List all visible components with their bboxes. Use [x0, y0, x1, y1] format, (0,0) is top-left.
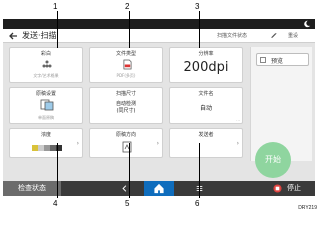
density-label: 浓度 — [40, 132, 51, 138]
preview-label: 预览 — [271, 58, 284, 65]
pdf-file-icon — [123, 59, 132, 70]
figure-code: DRY219 — [298, 205, 317, 211]
check-status-button[interactable]: 检查状态 — [3, 181, 61, 196]
sender-label: 发送者 — [198, 132, 214, 138]
scan-status-link[interactable]: 扫描文件状态 — [217, 32, 247, 39]
stop-label: 停止 — [287, 184, 301, 192]
orientation-icon — [122, 141, 132, 153]
original-orientation-label: 原稿方向 — [115, 132, 136, 138]
file-name-tile[interactable]: 文件名 自动 ... — [169, 87, 243, 124]
edit-icon[interactable] — [270, 32, 277, 39]
original-setting-sub: 单面原稿 — [38, 115, 54, 120]
more-dots: ... — [236, 117, 240, 122]
resolution-label: 分辨率 — [198, 51, 214, 57]
bottom-bar: 检查状态 停止 — [3, 181, 315, 196]
file-type-tile[interactable]: 文件类型 PDF(多页) — [89, 47, 163, 83]
header: 发送·扫描 扫描文件状态 重设 — [3, 29, 315, 43]
reset-link[interactable]: 重设 — [288, 32, 298, 39]
preview-checkbox[interactable]: 预览 — [256, 53, 309, 66]
callout-3: 3 — [195, 2, 200, 11]
resolution-tile[interactable]: 分辨率 200dpi — [169, 47, 243, 83]
callout-2: 2 — [125, 2, 130, 11]
color-dots-icon — [42, 60, 52, 68]
callout-6: 6 — [195, 199, 200, 208]
sender-tile[interactable]: 发送者 › — [169, 128, 243, 158]
checkbox-icon — [260, 57, 266, 63]
moon-icon — [304, 20, 311, 28]
left-arrow-icon[interactable] — [121, 185, 128, 192]
stop-button[interactable]: 停止 — [267, 181, 315, 196]
density-tile[interactable]: 浓度 › — [9, 128, 83, 158]
file-name-label: 文件名 — [198, 91, 214, 97]
status-bar — [3, 19, 315, 29]
original-orientation-tile[interactable]: 原稿方向 › — [89, 128, 163, 158]
file-type-label: 文件类型 — [115, 51, 136, 57]
callout-5: 5 — [125, 199, 130, 208]
file-name-value: 自动 — [199, 105, 212, 112]
callout-line-3 — [199, 11, 200, 48]
home-icon — [154, 183, 164, 194]
color-tile[interactable]: 彩白 文字/艺术格果 — [9, 47, 83, 83]
resolution-value: 200dpi — [183, 60, 229, 75]
scan-size-label: 扫描尺寸 — [115, 91, 136, 97]
back-arrow-icon[interactable] — [8, 31, 18, 41]
file-type-sub: PDF(多页) — [116, 73, 136, 78]
callout-line-5 — [129, 143, 130, 198]
chevron-right-icon: › — [156, 140, 159, 147]
callout-1: 1 — [53, 2, 58, 11]
scan-size-value: 自动检测 (同尺寸) — [115, 101, 136, 114]
scan-size-tile[interactable]: 扫描尺寸 自动检测 (同尺寸) — [89, 87, 163, 124]
color-tile-sub: 文字/艺术格果 — [33, 73, 59, 78]
callout-line-2 — [129, 11, 130, 48]
page-title: 发送·扫描 — [22, 31, 57, 40]
stop-icon — [273, 184, 282, 193]
original-setting-label: 原稿设置 — [35, 91, 56, 97]
original-setting-tile[interactable]: 原稿设置 单面原稿 — [9, 87, 83, 124]
start-button[interactable]: 开始 — [255, 142, 291, 178]
original-pages-icon — [40, 99, 54, 111]
callout-line-1 — [57, 11, 58, 48]
callout-line-4 — [57, 143, 58, 198]
color-tile-label: 彩白 — [40, 51, 51, 57]
chevron-right-icon: › — [76, 140, 79, 147]
home-button[interactable] — [144, 181, 174, 196]
device-screen: 发送·扫描 扫描文件状态 重设 彩白 文字/艺术格果 文件类型 PDF(多页) … — [3, 19, 315, 196]
callout-line-6 — [199, 143, 200, 198]
chevron-right-icon: › — [236, 140, 239, 147]
callout-4: 4 — [53, 199, 58, 208]
